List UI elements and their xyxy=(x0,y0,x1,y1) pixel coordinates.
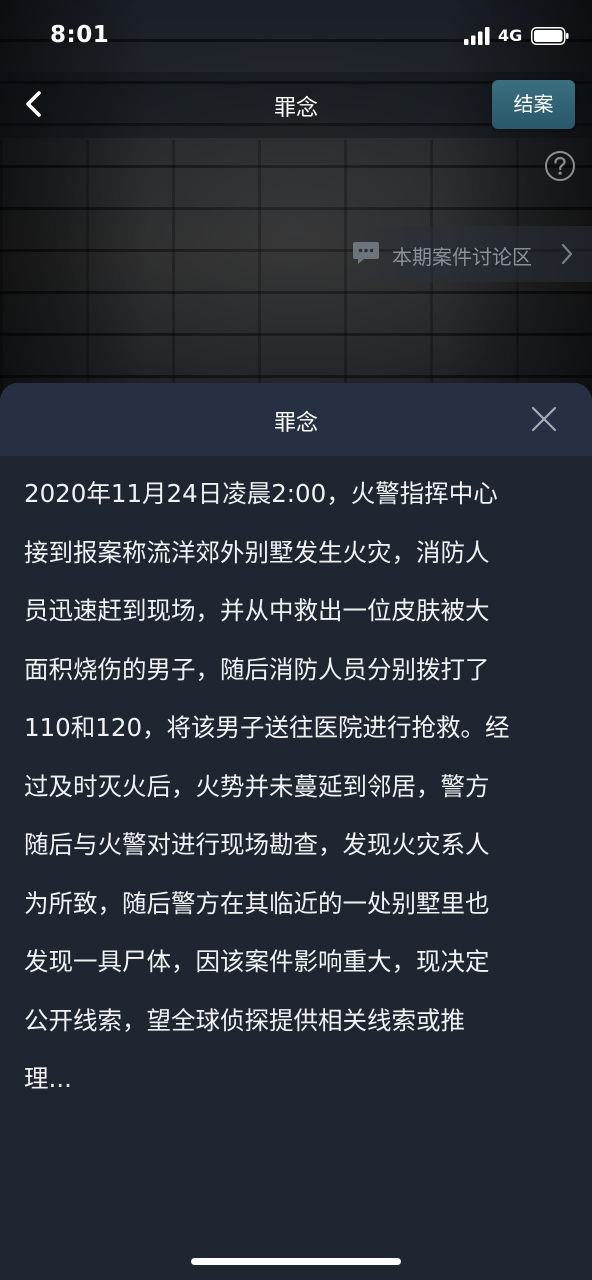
sheet-header: 罪念 xyxy=(0,383,592,456)
case-story-text: 2020年11月24日凌晨2:00，火警指挥中心 接到报案称流洋郊外别墅发生火灾… xyxy=(24,465,574,1109)
story-line: 为所致，随后警方在其临近的一处别墅里也 xyxy=(24,888,490,918)
nav-bar: 罪念 结案 xyxy=(0,72,592,138)
close-case-button[interactable]: 结案 xyxy=(492,80,575,129)
app-screen: 8:01 4G 罪念 结案 本期案件讨论区 罪念 2020年11月24日凌晨2:… xyxy=(0,0,592,1280)
story-line: 发现一具尸体，因该案件影响重大，现决定 xyxy=(24,947,490,976)
story-line: 随后与火警对进行现场勘查，发现火灾系人 xyxy=(24,830,490,859)
question-circle-icon[interactable] xyxy=(544,150,576,182)
case-intro-sheet: 罪念 2020年11月24日凌晨2:00，火警指挥中心 接到报案称流洋郊外别墅发… xyxy=(0,383,592,1280)
network-type: 4G xyxy=(498,26,523,45)
story-line: 2020年11月24日凌晨2:00，火警指挥中心 xyxy=(24,479,498,508)
case-discussion-link[interactable]: 本期案件讨论区 xyxy=(340,226,592,282)
signal-icon xyxy=(464,27,490,45)
sheet-title: 罪念 xyxy=(273,411,318,436)
chat-bubble-icon xyxy=(353,242,379,264)
story-line: 公开线索，望全球侦探提供相关线索或推 xyxy=(24,1005,465,1035)
story-line: 110和120，将该男子送往医院进行抢救。经 xyxy=(24,713,510,742)
home-indicator[interactable] xyxy=(191,1258,401,1265)
discussion-label: 本期案件讨论区 xyxy=(392,245,532,269)
story-line: 理... xyxy=(24,1064,72,1093)
story-line: 过及时灭火后，火势并未蔓延到邻居，警方 xyxy=(24,771,490,801)
battery-icon xyxy=(531,27,569,45)
status-time: 8:01 xyxy=(50,22,110,48)
close-icon[interactable] xyxy=(528,403,560,435)
story-line: 接到报案称流洋郊外别墅发生火灾，消防人 xyxy=(24,537,490,567)
story-line: 员迅速赶到现场，并从中救出一位皮肤被大 xyxy=(24,596,490,625)
story-line: 面积烧伤的男子，随后消防人员分别拨打了 xyxy=(24,654,490,684)
chevron-right-icon xyxy=(561,243,573,265)
status-bar: 8:01 4G xyxy=(0,0,592,72)
